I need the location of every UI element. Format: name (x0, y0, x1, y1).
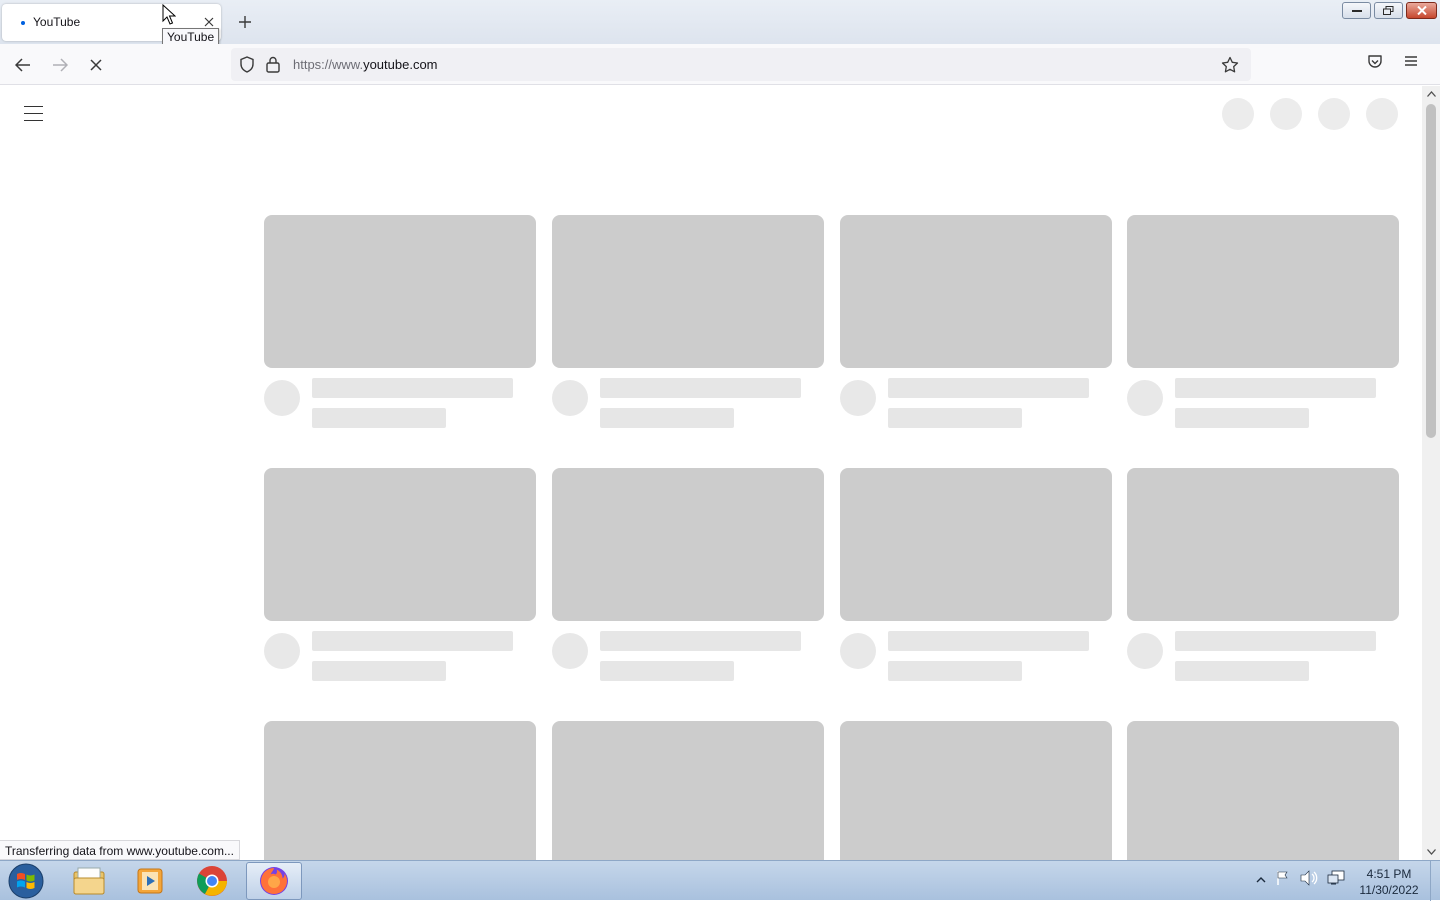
scroll-up-arrow-icon[interactable] (1422, 86, 1440, 102)
video-card-skeleton (552, 721, 824, 860)
taskbar-clock[interactable]: 4:51 PM 11/30/2022 (1350, 866, 1428, 898)
placeholder-circle (1366, 98, 1398, 130)
thumbnail-placeholder (552, 215, 824, 368)
video-card-skeleton (840, 468, 1112, 681)
forward-button[interactable] (47, 52, 73, 78)
bookmark-star-icon[interactable] (1221, 56, 1239, 76)
avatar-placeholder (840, 380, 876, 416)
subtitle-placeholder (600, 661, 734, 681)
placeholder-circle (1270, 98, 1302, 130)
video-card-skeleton (840, 215, 1112, 428)
video-card-skeleton (552, 468, 824, 681)
restore-button[interactable] (1374, 2, 1403, 19)
placeholder-circle (1318, 98, 1350, 130)
address-bar[interactable]: https://www.youtube.com (231, 48, 1251, 81)
avatar-placeholder (840, 633, 876, 669)
window-controls (1342, 2, 1437, 19)
thumbnail-placeholder (840, 468, 1112, 621)
start-button[interactable] (6, 863, 46, 899)
subtitle-placeholder (888, 661, 1022, 681)
tracking-protection-shield-icon[interactable] (239, 56, 255, 76)
thumbnail-placeholder (840, 215, 1112, 368)
video-card-skeleton (1127, 215, 1399, 428)
pocket-icon[interactable] (1367, 54, 1383, 73)
media-player-icon[interactable] (122, 862, 178, 900)
avatar-placeholder (552, 380, 588, 416)
thumbnail-placeholder (264, 215, 536, 368)
subtitle-placeholder (312, 661, 446, 681)
show-hidden-icons-icon[interactable] (1256, 873, 1266, 887)
stop-loading-button[interactable] (83, 52, 109, 78)
page-scrollbar[interactable] (1422, 86, 1440, 860)
title-placeholder (1175, 378, 1376, 398)
guide-menu-icon[interactable] (24, 102, 48, 122)
thumbnail-placeholder (1127, 215, 1399, 368)
video-card-skeleton (264, 215, 536, 428)
title-placeholder (888, 631, 1089, 651)
avatar-placeholder (264, 380, 300, 416)
avatar-placeholder (552, 633, 588, 669)
video-card-skeleton (552, 215, 824, 428)
tab-title: YouTube (33, 15, 81, 29)
action-center-flag-icon[interactable] (1275, 870, 1291, 889)
subtitle-placeholder (312, 408, 446, 428)
subtitle-placeholder (1175, 661, 1309, 681)
title-placeholder (312, 378, 513, 398)
file-explorer-icon[interactable] (61, 862, 117, 900)
new-tab-button[interactable] (233, 10, 257, 34)
thumbnail-placeholder (840, 721, 1112, 860)
thumbnail-placeholder (552, 468, 824, 621)
thumbnail-placeholder (264, 468, 536, 621)
youtube-page (0, 86, 1422, 860)
url-domain: youtube.com (363, 57, 438, 72)
video-card-skeleton (1127, 468, 1399, 681)
volume-icon[interactable] (1300, 870, 1318, 889)
chrome-icon[interactable] (184, 862, 240, 900)
back-button[interactable] (10, 52, 36, 78)
avatar-placeholder (1127, 380, 1163, 416)
title-bar: YouTube YouTube (0, 0, 1440, 47)
lock-icon[interactable] (266, 56, 280, 76)
mouse-cursor-icon (162, 4, 176, 25)
video-card-skeleton (264, 468, 536, 681)
minimize-button[interactable] (1342, 2, 1371, 19)
scrollbar-thumb[interactable] (1426, 104, 1436, 438)
video-card-skeleton (840, 721, 1112, 860)
app-menu-icon[interactable] (1404, 54, 1418, 71)
avatar-placeholder (264, 633, 300, 669)
thumbnail-placeholder (1127, 468, 1399, 621)
thumbnail-placeholder (1127, 721, 1399, 860)
title-placeholder (312, 631, 513, 651)
tab-loading-indicator (21, 21, 25, 25)
close-window-button[interactable] (1406, 2, 1437, 19)
video-card-skeleton (264, 721, 536, 860)
show-desktop-button[interactable] (1430, 861, 1440, 901)
thumbnail-placeholder (264, 721, 536, 860)
firefox-icon[interactable] (246, 862, 302, 900)
title-placeholder (600, 631, 801, 651)
taskbar: 4:51 PM 11/30/2022 (0, 860, 1440, 901)
navigation-toolbar: https://www.youtube.com (0, 44, 1440, 85)
thumbnail-placeholder (552, 721, 824, 860)
avatar-placeholder (1127, 633, 1163, 669)
clock-date: 11/30/2022 (1359, 883, 1419, 897)
subtitle-placeholder (600, 408, 734, 428)
clock-time: 4:51 PM (1366, 867, 1412, 881)
video-card-skeleton (1127, 721, 1399, 860)
title-placeholder (888, 378, 1089, 398)
network-icon[interactable] (1327, 870, 1345, 889)
system-tray (1256, 870, 1345, 889)
subtitle-placeholder (1175, 408, 1309, 428)
placeholder-circle (1222, 98, 1254, 130)
title-placeholder (1175, 631, 1376, 651)
subtitle-placeholder (888, 408, 1022, 428)
url-prefix: https://www. (293, 57, 364, 72)
status-panel: Transferring data from www.youtube.com..… (0, 840, 240, 860)
scroll-down-arrow-icon[interactable] (1422, 844, 1440, 860)
title-placeholder (600, 378, 801, 398)
url-text[interactable]: https://www.youtube.com (293, 57, 438, 72)
